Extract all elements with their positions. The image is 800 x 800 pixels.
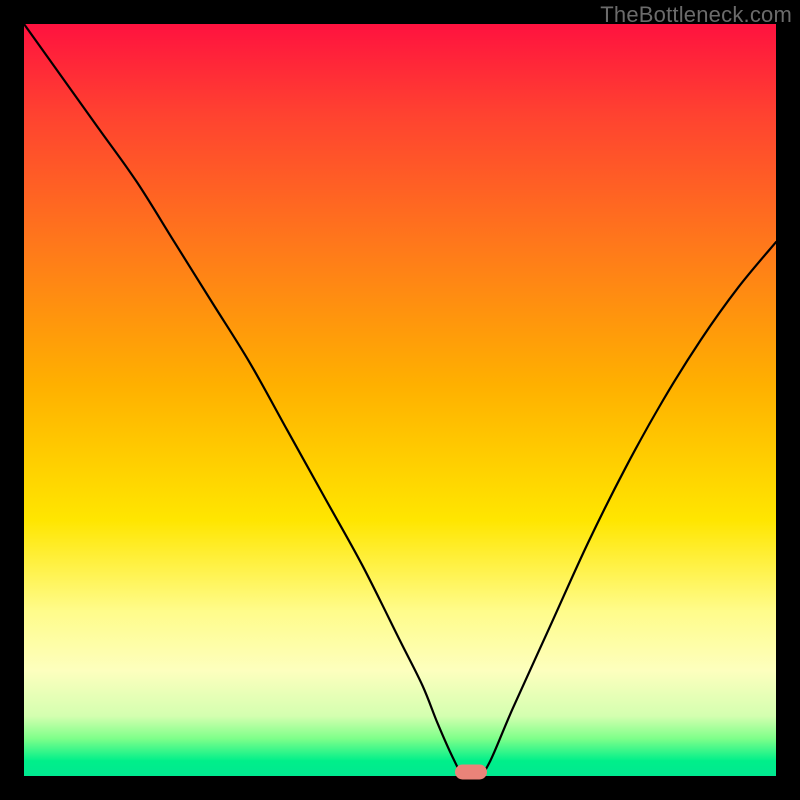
curve-path <box>24 24 776 778</box>
optimal-point-marker <box>455 765 487 780</box>
chart-stage: TheBottleneck.com <box>0 0 800 800</box>
bottleneck-curve <box>24 24 776 776</box>
plot-gradient-background <box>24 24 776 776</box>
